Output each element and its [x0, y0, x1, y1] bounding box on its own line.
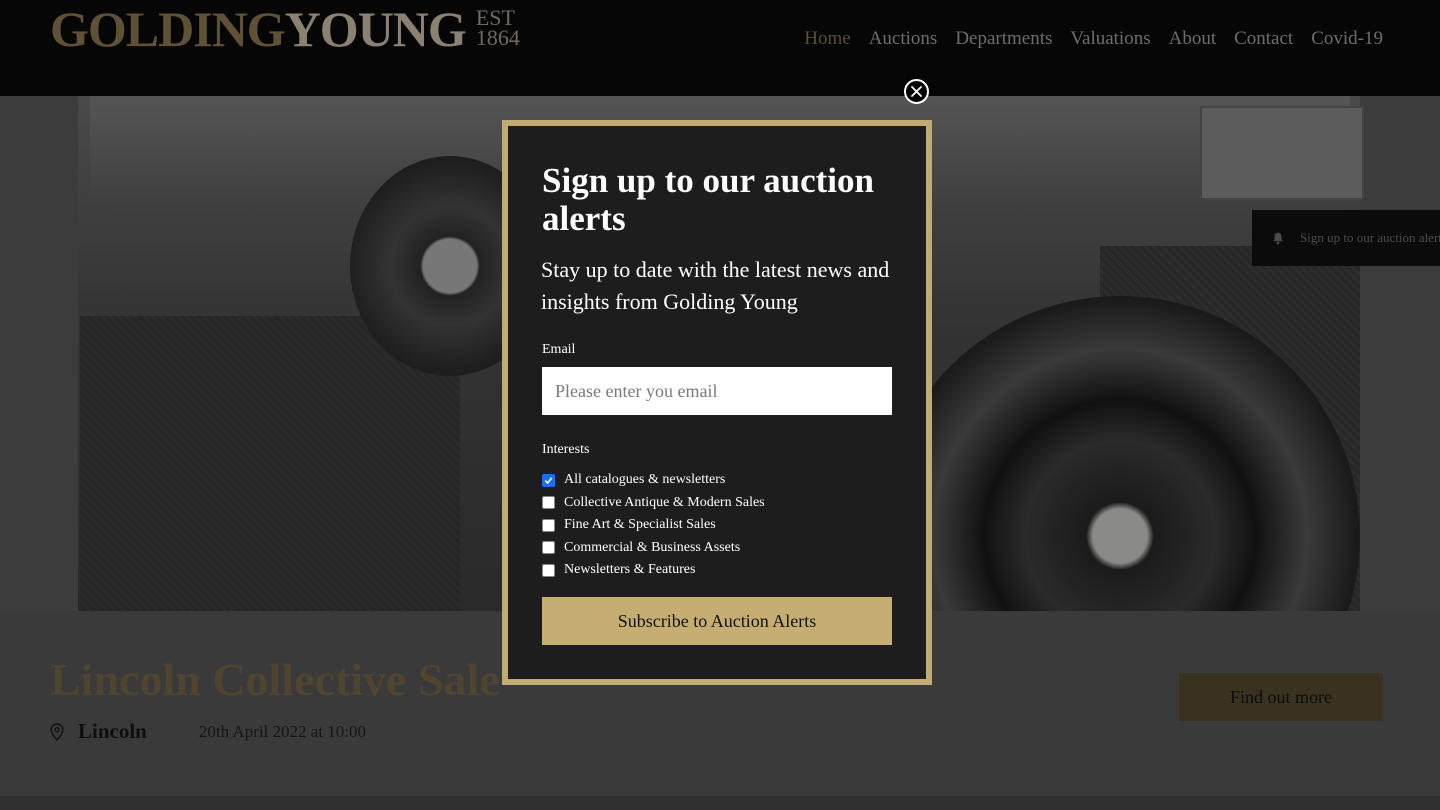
nav-about[interactable]: About [1169, 28, 1217, 50]
logo-est-year: 1864 [475, 25, 520, 50]
site-header: GOLDING YOUNG EST 1864 Home Auctions Dep… [0, 0, 1440, 96]
sale-title[interactable]: Lincoln Collective Sale [50, 653, 500, 706]
interests-label: Interests [542, 442, 590, 457]
checkbox-commercial[interactable] [542, 541, 555, 555]
logo-est: EST 1864 [475, 7, 520, 50]
email-label: Email [542, 342, 576, 357]
interest-newsletters[interactable]: Newsletters & Features [542, 559, 765, 582]
checkbox-all-catalogues[interactable] [542, 473, 555, 487]
nav-home[interactable]: Home [804, 28, 850, 50]
interest-label: All catalogues & newsletters [564, 472, 726, 488]
interests-list: All catalogues & newsletters Collective … [542, 469, 765, 582]
logo-young: YOUNG [284, 1, 467, 57]
logo-golding: GOLDING [50, 1, 286, 57]
interest-label: Fine Art & Specialist Sales [564, 517, 716, 533]
side-tab-label: Sign up to our auction alerts [1300, 230, 1440, 245]
find-out-more-button[interactable]: Find out more [1179, 673, 1383, 721]
nav-covid-19[interactable]: Covid-19 [1311, 28, 1383, 50]
bell-icon [1273, 232, 1283, 244]
main-nav: Home Auctions Departments Valuations Abo… [804, 28, 1383, 50]
interest-label: Collective Antique & Modern Sales [564, 494, 765, 510]
alerts-side-tab[interactable]: Sign up to our auction alerts [1252, 210, 1440, 266]
nav-auctions[interactable]: Auctions [869, 28, 938, 50]
camera-viewfinder [1200, 106, 1364, 200]
checkbox-newsletters[interactable] [542, 563, 555, 577]
modal-title: Sign up to our auction alerts [542, 161, 874, 238]
page-bottom-strip [0, 796, 1440, 810]
nav-contact[interactable]: Contact [1234, 28, 1293, 50]
modal-subtitle: Stay up to date with the latest news and… [541, 257, 890, 314]
modal-close-button[interactable] [904, 79, 929, 104]
site-logo[interactable]: GOLDING YOUNG EST 1864 [50, 4, 520, 54]
interest-all-catalogues[interactable]: All catalogues & newsletters [542, 469, 765, 492]
interest-label: Newsletters & Features [564, 562, 696, 578]
subscribe-button[interactable]: Subscribe to Auction Alerts [542, 597, 892, 645]
email-field[interactable] [542, 367, 892, 415]
checkmark-icon [544, 477, 553, 484]
interest-fine-art[interactable]: Fine Art & Specialist Sales [542, 514, 765, 537]
sale-meta: Lincoln 20th April 2022 at 10:00 [50, 719, 366, 744]
nav-valuations[interactable]: Valuations [1070, 28, 1150, 50]
sale-location: Lincoln [78, 719, 147, 743]
interest-label: Commercial & Business Assets [564, 539, 741, 555]
checkbox-collective-antique[interactable] [542, 496, 555, 510]
close-icon [911, 86, 922, 97]
signup-modal: Sign up to our auction alerts Stay up to… [502, 120, 932, 685]
checkbox-fine-art[interactable] [542, 518, 555, 532]
map-pin-icon [50, 722, 64, 741]
nav-departments[interactable]: Departments [955, 28, 1052, 50]
interest-commercial[interactable]: Commercial & Business Assets [542, 537, 765, 560]
sale-date: 20th April 2022 at 10:00 [198, 721, 367, 741]
interest-collective-antique[interactable]: Collective Antique & Modern Sales [542, 492, 765, 515]
